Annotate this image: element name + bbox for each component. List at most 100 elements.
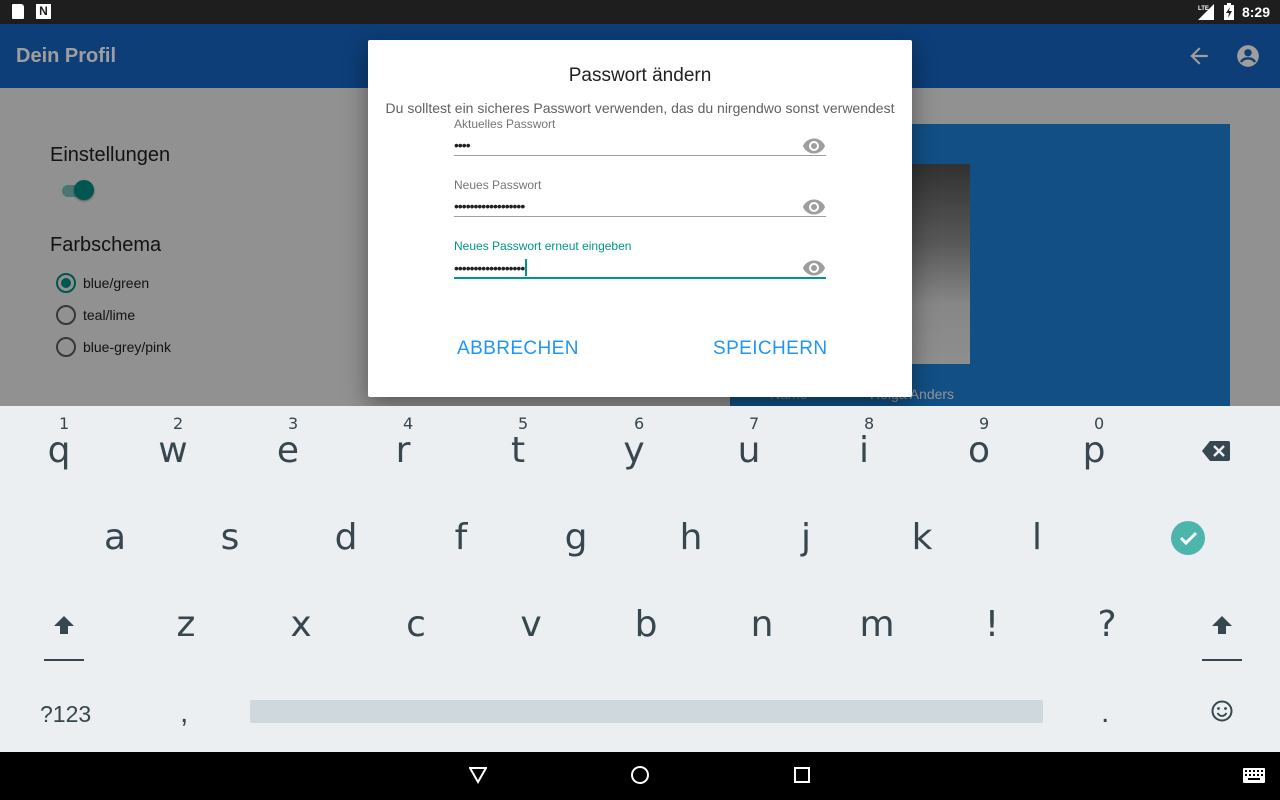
svg-text:LTE: LTE: [1198, 6, 1209, 12]
key-t[interactable]: 5t: [468, 406, 568, 476]
key-letter: u: [737, 430, 761, 471]
key-i[interactable]: 8i: [814, 406, 914, 476]
done-key[interactable]: [1171, 521, 1205, 555]
field-value-container[interactable]: ••••••••••••••••••: [454, 259, 528, 276]
key-letter: f: [454, 517, 468, 558]
key-p[interactable]: 0p: [1044, 406, 1144, 476]
key-c[interactable]: c: [366, 580, 466, 650]
key-v[interactable]: v: [481, 580, 581, 650]
space-bar[interactable]: [250, 700, 1043, 723]
key-f[interactable]: f: [411, 493, 511, 563]
shift-icon[interactable]: [52, 614, 76, 636]
key-letter: n: [750, 604, 774, 645]
key-o[interactable]: 9o: [929, 406, 1029, 476]
eye-icon[interactable]: [802, 256, 826, 280]
status-bar: N LTE 8:29: [0, 0, 1280, 24]
field-underline: [454, 277, 826, 279]
recents-nav-icon[interactable]: [793, 765, 811, 785]
key-letter: a: [103, 517, 127, 558]
key-letter: z: [176, 604, 196, 645]
key-u[interactable]: 7u: [699, 406, 799, 476]
key-letter: s: [220, 517, 240, 558]
key-h[interactable]: h: [641, 493, 741, 563]
key-letter: l: [1031, 517, 1042, 558]
key-y[interactable]: 6y: [584, 406, 684, 476]
key-j[interactable]: j: [756, 493, 856, 563]
key-b[interactable]: b: [596, 580, 696, 650]
key-k[interactable]: k: [872, 493, 972, 563]
dialog-title: Passwort ändern: [568, 65, 712, 86]
checkmark-icon: [1179, 531, 1198, 546]
field-label: Aktuelles Passwort: [454, 117, 556, 131]
navigation-bar: [0, 752, 1280, 800]
key-letter: v: [520, 604, 542, 645]
field-underline: [454, 216, 826, 217]
key-letter: b: [634, 604, 658, 645]
key-letter: w: [158, 430, 188, 471]
key-letter: o: [967, 430, 991, 471]
emoji-icon[interactable]: [1211, 700, 1233, 722]
soft-keyboard: 1q 2w 3e 4r 5t 6y 7u 8i 9o 0p a s d f g …: [0, 406, 1280, 752]
key-l[interactable]: l: [987, 493, 1087, 563]
symbols-key[interactable]: ?123: [40, 701, 91, 728]
key-z[interactable]: z: [136, 580, 236, 650]
key-m[interactable]: m: [827, 580, 927, 650]
n-app-icon: N: [36, 4, 51, 19]
save-button[interactable]: SPEICHERN: [713, 338, 827, 360]
key-q[interactable]: 1q: [9, 406, 109, 476]
shift-indicator: [44, 659, 84, 661]
cancel-button[interactable]: ABBRECHEN: [457, 338, 579, 360]
shift-icon[interactable]: [1210, 614, 1234, 636]
key-d[interactable]: d: [296, 493, 396, 563]
key-letter: g: [564, 517, 588, 558]
key-letter: h: [679, 517, 703, 558]
battery-charging-icon: [1223, 3, 1234, 20]
comma-key[interactable]: ,: [180, 696, 188, 730]
key-letter: e: [276, 430, 300, 471]
key-letter: p: [1082, 430, 1106, 471]
key-s[interactable]: s: [180, 493, 280, 563]
eye-icon[interactable]: [802, 134, 826, 158]
key-letter: y: [623, 430, 645, 471]
key-letter: d: [334, 517, 358, 558]
field-value: ••••••••••••••••••: [454, 260, 525, 276]
new-password-field[interactable]: Neues Passwort ••••••••••••••••••: [454, 178, 826, 217]
eye-icon[interactable]: [802, 195, 826, 219]
field-value[interactable]: ••••: [454, 137, 471, 153]
key-a[interactable]: a: [65, 493, 165, 563]
change-password-dialog: Passwort ändern Du solltest ein sicheres…: [368, 40, 912, 397]
current-password-field[interactable]: Aktuelles Passwort ••••: [454, 117, 826, 156]
backspace-icon[interactable]: [1202, 441, 1230, 461]
field-label: Neues Passwort erneut eingeben: [454, 239, 632, 253]
key-w[interactable]: 2w: [123, 406, 223, 476]
signal-lte-icon: LTE: [1197, 3, 1214, 20]
key-letter: c: [406, 604, 426, 645]
keyboard-switch-icon[interactable]: [1243, 768, 1265, 783]
key-letter: !: [984, 604, 1000, 645]
key-r[interactable]: 4r: [353, 406, 453, 476]
key-e[interactable]: 3e: [238, 406, 338, 476]
field-underline: [454, 155, 826, 156]
repeat-password-field[interactable]: Neues Passwort erneut eingeben •••••••••…: [454, 239, 826, 279]
shift-indicator: [1202, 659, 1242, 661]
key-letter: q: [47, 430, 71, 471]
key-letter: r: [395, 430, 411, 471]
home-nav-icon[interactable]: [630, 765, 650, 785]
key-letter: ?: [1097, 604, 1117, 645]
key-exclamation[interactable]: !: [942, 580, 1042, 650]
period-key[interactable]: .: [1101, 696, 1109, 730]
key-x[interactable]: x: [251, 580, 351, 650]
key-g[interactable]: g: [526, 493, 626, 563]
text-cursor: [525, 259, 528, 276]
key-letter: x: [290, 604, 312, 645]
key-letter: t: [510, 430, 526, 471]
key-letter: m: [859, 604, 895, 645]
key-letter: i: [858, 430, 869, 471]
key-question[interactable]: ?: [1057, 580, 1157, 650]
key-letter: k: [911, 517, 933, 558]
field-value[interactable]: ••••••••••••••••••: [454, 198, 525, 214]
key-n[interactable]: n: [712, 580, 812, 650]
field-label: Neues Passwort: [454, 178, 542, 192]
sd-card-icon: [12, 4, 24, 19]
back-nav-icon[interactable]: [469, 765, 487, 785]
